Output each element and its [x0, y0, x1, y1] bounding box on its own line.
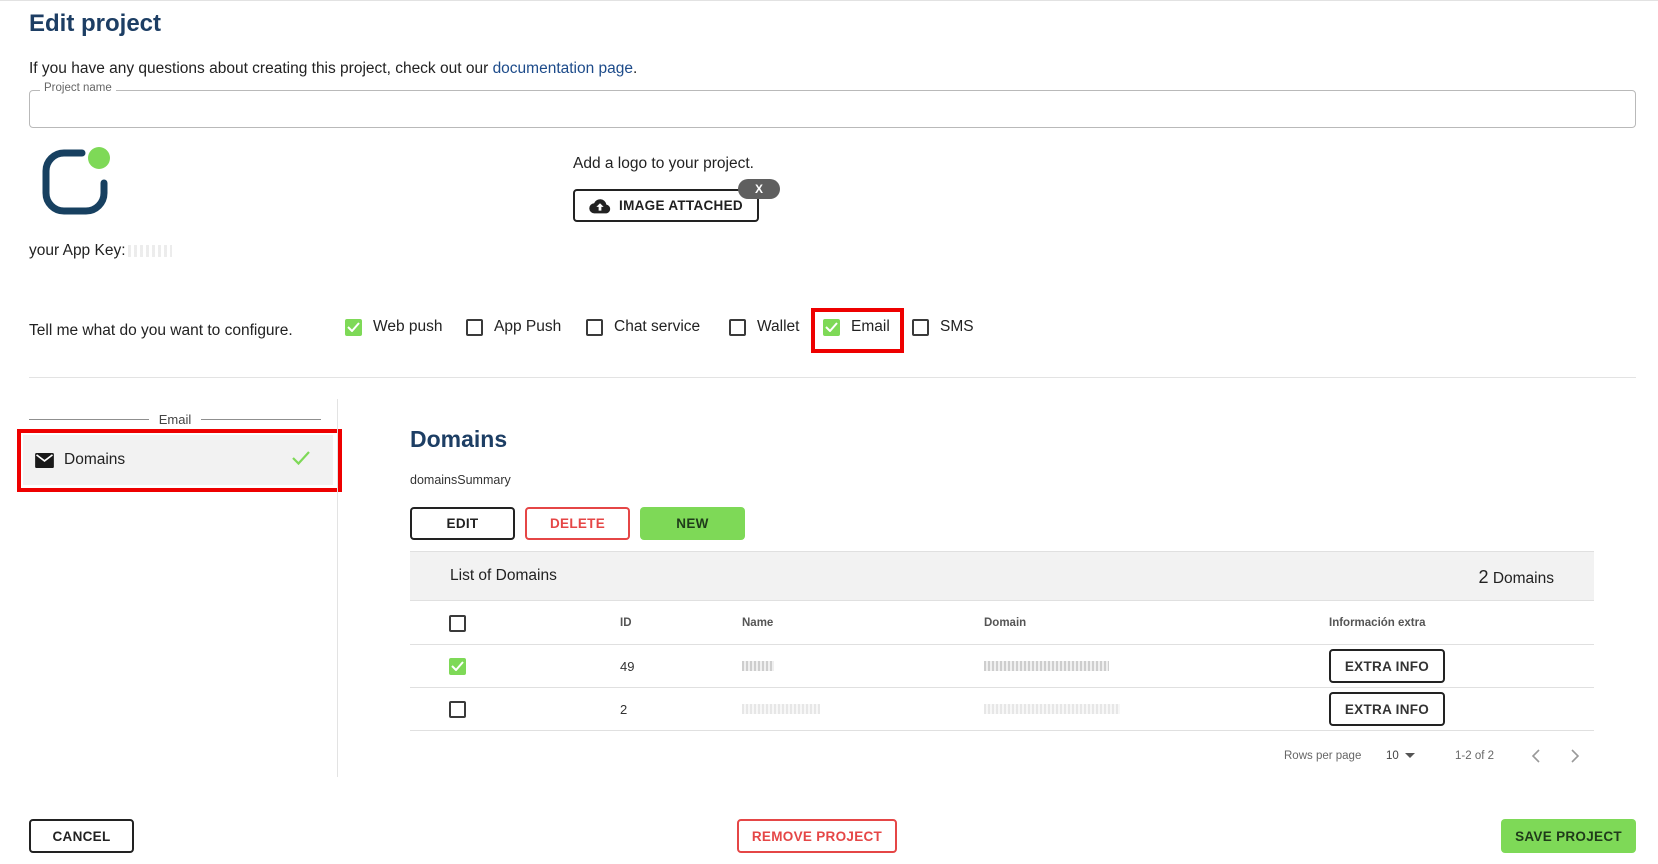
next-page-button[interactable]: [1570, 746, 1580, 766]
app-key-label: your App Key:: [29, 242, 126, 259]
project-name-field[interactable]: Project name: [29, 82, 1636, 128]
caret-down-icon: [1404, 753, 1415, 758]
row-name-redacted: [742, 661, 774, 671]
chevron-left-icon: [1531, 749, 1540, 763]
page-title: Edit project: [29, 10, 162, 37]
extra-info-button[interactable]: EXTRA INFO: [1329, 692, 1445, 726]
option-app-push[interactable]: App Push: [466, 312, 561, 342]
list-title: List of Domains: [450, 567, 557, 584]
rows-per-page-select[interactable]: 10: [1386, 746, 1415, 766]
checkbox-sms[interactable]: [912, 318, 929, 336]
domains-summary: domainsSummary: [410, 473, 511, 487]
add-logo-prompt: Add a logo to your project.: [573, 155, 754, 172]
rows-per-page-label: Rows per page: [1284, 750, 1362, 762]
checkbox-email[interactable]: [823, 318, 840, 336]
row-domain-redacted: [984, 704, 1120, 714]
column-extra-info[interactable]: Información extra: [1329, 602, 1426, 644]
domains-list-header: List of Domains 2 Domains: [410, 551, 1594, 601]
documentation-link[interactable]: documentation page: [493, 60, 633, 77]
check-icon: [451, 661, 464, 671]
prev-page-button[interactable]: [1531, 746, 1541, 766]
app-key-value-redacted: [127, 244, 172, 257]
intro-text-start: If you have any questions about creating…: [29, 60, 493, 77]
check-icon: [825, 322, 838, 332]
option-app-push-label: App Push: [494, 318, 562, 335]
intro-text: If you have any questions about creating…: [29, 60, 637, 78]
save-project-button[interactable]: SAVE PROJECT: [1501, 819, 1636, 853]
checkbox-chat-service[interactable]: [586, 318, 603, 336]
image-upload-label: IMAGE ATTACHED: [619, 198, 743, 213]
row-domain-redacted: [984, 661, 1109, 671]
app-key: your App Key:: [29, 242, 172, 260]
row-checkbox[interactable]: [449, 657, 466, 675]
project-logo: [42, 147, 110, 215]
column-id[interactable]: ID: [620, 602, 632, 644]
section-divider: [29, 377, 1636, 378]
domains-count-number: 2: [1478, 567, 1489, 587]
domains-item-highlight: [17, 429, 342, 492]
edit-button[interactable]: EDIT: [410, 507, 515, 540]
option-web-push[interactable]: Web push: [345, 312, 443, 342]
checkbox-wallet[interactable]: [729, 318, 746, 336]
remove-image-button[interactable]: X: [738, 179, 780, 199]
project-name-label: Project name: [40, 82, 116, 94]
row-id: 49: [620, 658, 635, 674]
table-row: 2 EXTRA INFO: [410, 688, 1594, 731]
domains-count: 2 Domains: [1479, 567, 1555, 588]
check-icon: [347, 322, 360, 332]
table-row: 49 EXTRA INFO: [410, 645, 1594, 688]
extra-info-button[interactable]: EXTRA INFO: [1329, 649, 1445, 683]
row-checkbox[interactable]: [449, 700, 466, 718]
sidebar-section-caption: Email: [29, 409, 322, 429]
remove-project-button[interactable]: REMOVE PROJECT: [737, 819, 897, 853]
column-name[interactable]: Name: [742, 602, 773, 644]
caption-line-left: [29, 418, 149, 420]
chevron-right-icon: [1571, 749, 1580, 763]
option-chat-service-label: Chat service: [614, 318, 701, 335]
domains-count-label: Domains: [1492, 570, 1554, 587]
image-upload-button[interactable]: IMAGE ATTACHED: [573, 189, 759, 222]
row-name-redacted: [742, 704, 820, 714]
sidebar-section-label: Email: [158, 411, 192, 427]
table-header-row: ID Name Domain Información extra: [410, 602, 1594, 645]
new-button[interactable]: NEW: [640, 507, 745, 540]
domains-title: Domains: [410, 426, 508, 452]
rows-per-page-value: 10: [1386, 750, 1399, 762]
option-web-push-label: Web push: [373, 318, 443, 335]
option-sms-label: SMS: [940, 318, 974, 335]
caption-line-right: [201, 418, 322, 420]
checkbox-web-push[interactable]: [345, 318, 362, 336]
sidebar-divider: [337, 399, 338, 777]
option-email-label: Email: [851, 318, 890, 335]
pagination-range: 1-2 of 2: [1455, 750, 1494, 762]
cancel-button[interactable]: CANCEL: [29, 819, 134, 853]
option-wallet-label: Wallet: [757, 318, 800, 335]
column-domain[interactable]: Domain: [984, 602, 1026, 644]
select-all-checkbox[interactable]: [449, 614, 466, 632]
intro-text-end: .: [633, 60, 638, 77]
delete-button[interactable]: DELETE: [525, 507, 630, 540]
checkbox-app-push[interactable]: [466, 318, 483, 336]
option-sms[interactable]: SMS: [912, 312, 974, 342]
option-chat-service[interactable]: Chat service: [586, 312, 700, 342]
row-id: 2: [620, 701, 628, 717]
project-name-input[interactable]: [30, 91, 1635, 127]
option-wallet[interactable]: Wallet: [729, 312, 800, 342]
option-email[interactable]: Email: [823, 312, 890, 342]
configure-label: Tell me what do you want to configure.: [29, 322, 293, 339]
cloud-upload-icon: [589, 198, 611, 213]
